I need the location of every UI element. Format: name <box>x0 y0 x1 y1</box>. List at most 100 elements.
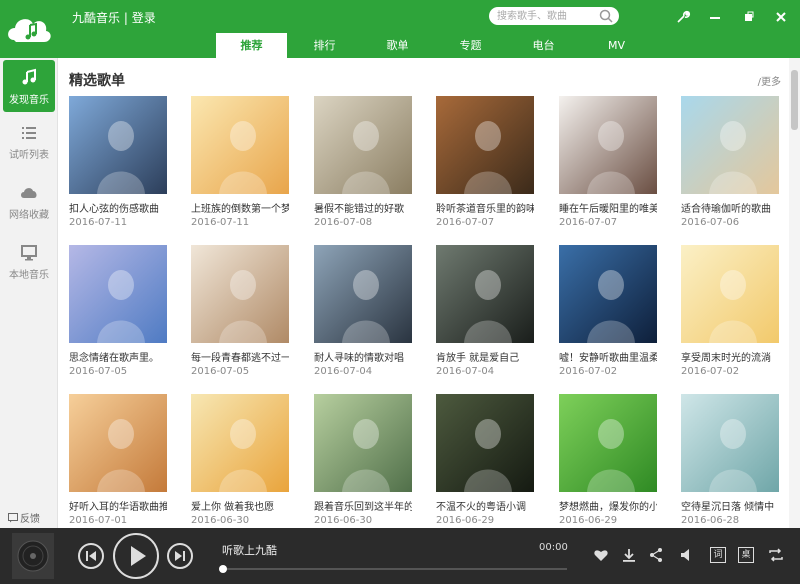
playlist-card[interactable]: 扣人心弦的伤感歌曲 2016-07-11 <box>69 96 169 228</box>
playlist-card[interactable]: 梦想燃曲，爆发你的小 2016-06-29 <box>559 394 659 526</box>
tab-recommend[interactable]: 推荐 <box>216 33 287 58</box>
playlist-title[interactable]: 嘘！安静听歌曲里温柔 <box>559 349 657 364</box>
app-name: 九酷音乐 <box>72 11 121 25</box>
login-link[interactable]: 登录 <box>132 11 156 25</box>
sidebar: 发现音乐 试听列表 网络收藏 本地音乐 反馈 <box>0 58 58 528</box>
playlist-title[interactable]: 跟着音乐回到这半年的 <box>314 498 412 513</box>
playlist-cover-image[interactable] <box>191 394 289 492</box>
scrollbar-thumb[interactable] <box>791 70 798 130</box>
playlist-title[interactable]: 耐人寻味的情歌对唱 <box>314 349 412 364</box>
playlist-title[interactable]: 享受周末时光的流淌 <box>681 349 779 364</box>
playlist-title[interactable]: 睡在午后暖阳里的唯美 <box>559 200 657 215</box>
playlist-cover-image[interactable] <box>681 96 779 194</box>
playlist-title[interactable]: 好听入耳的华语歌曲推 <box>69 498 167 513</box>
playlist-date: 2016-07-04 <box>436 366 495 377</box>
scrollbar[interactable] <box>789 58 800 528</box>
playlist-title[interactable]: 聆听茶道音乐里的韵味 <box>436 200 534 215</box>
progress-bar[interactable] <box>219 565 567 573</box>
heart-icon[interactable] <box>593 547 609 563</box>
playlist-title[interactable]: 适合待瑜伽听的歌曲 <box>681 200 779 215</box>
playlist-cover-image[interactable] <box>559 245 657 343</box>
progress-knob[interactable] <box>219 565 227 573</box>
share-icon[interactable] <box>648 547 664 563</box>
minimize-icon[interactable] <box>706 8 724 26</box>
playlist-date: 2016-06-29 <box>559 515 618 526</box>
tab-playlists[interactable]: 歌单 <box>362 33 433 58</box>
playlist-title[interactable]: 空待星沉日落 倾情中 <box>681 498 779 513</box>
playlist-card[interactable]: 思念情绪在歌声里。 2016-07-05 <box>69 245 169 377</box>
playlist-card[interactable]: 耐人寻味的情歌对唱 2016-07-04 <box>314 245 414 377</box>
playlist-date: 2016-06-30 <box>314 515 373 526</box>
playlist-cover-image[interactable] <box>559 394 657 492</box>
playlist-cover-image[interactable] <box>559 96 657 194</box>
playlist-card[interactable]: 暑假不能错过的好歌 2016-07-08 <box>314 96 414 228</box>
main-content: 精选歌单 /更多 扣人心弦的伤感歌曲 2016-07-11 上班族的倒数第一个梦 20… <box>59 58 789 528</box>
playlist-title[interactable]: 爱上你 做着我也愿 <box>191 498 289 513</box>
cloud-icon <box>21 188 37 198</box>
search-input[interactable] <box>497 8 597 24</box>
tab-topics[interactable]: 专题 <box>435 33 506 58</box>
playlist-cover-image[interactable] <box>436 96 534 194</box>
section-title: 精选歌单 <box>69 73 125 89</box>
desktop-lyrics-button[interactable]: 桌 <box>738 547 754 563</box>
tab-mv[interactable]: MV <box>581 33 652 58</box>
playlist-card[interactable]: 嘘！安静听歌曲里温柔 2016-07-02 <box>559 245 659 377</box>
play-button[interactable] <box>113 533 159 579</box>
playlist-cover-image[interactable] <box>314 394 412 492</box>
repeat-icon[interactable] <box>768 547 784 563</box>
feedback-link[interactable]: 反馈 <box>8 510 40 525</box>
playlist-title[interactable]: 梦想燃曲，爆发你的小 <box>559 498 657 513</box>
playlist-card[interactable]: 好听入耳的华语歌曲推 2016-07-01 <box>69 394 169 526</box>
disc-icon <box>17 540 49 572</box>
restore-icon[interactable] <box>740 8 758 26</box>
playlist-cover-image[interactable] <box>436 394 534 492</box>
playlist-card[interactable]: 享受周末时光的流淌 2016-07-02 <box>681 245 781 377</box>
playlist-cover-image[interactable] <box>681 245 779 343</box>
more-link[interactable]: /更多 <box>758 73 781 88</box>
playlist-title[interactable]: 上班族的倒数第一个梦 <box>191 200 289 215</box>
playlist-card[interactable]: 空待星沉日落 倾情中 2016-06-28 <box>681 394 781 526</box>
playlist-card[interactable]: 不温不火的粤语小调 2016-06-29 <box>436 394 536 526</box>
playlist-cover-image[interactable] <box>314 245 412 343</box>
playlist-title[interactable]: 思念情绪在歌声里。 <box>69 349 167 364</box>
tab-charts[interactable]: 排行 <box>289 33 360 58</box>
top-nav-tabs: 推荐 排行 歌单 专题 电台 MV <box>216 33 652 58</box>
playlist-cover-image[interactable] <box>69 245 167 343</box>
prev-button[interactable] <box>78 543 104 569</box>
lyrics-button[interactable]: 词 <box>710 547 726 563</box>
playlist-title[interactable]: 不温不火的粤语小调 <box>436 498 534 513</box>
download-icon[interactable] <box>621 547 637 563</box>
search-icon[interactable] <box>598 8 614 24</box>
playlist-card[interactable]: 聆听茶道音乐里的韵味 2016-07-07 <box>436 96 536 228</box>
playlist-title[interactable]: 暑假不能错过的好歌 <box>314 200 412 215</box>
playlist-card[interactable]: 肯放手 就是爱自己 2016-07-04 <box>436 245 536 377</box>
playlist-title[interactable]: 每一段青春都逃不过一 <box>191 349 289 364</box>
sidebar-item-discover-music[interactable]: 发现音乐 <box>3 60 55 112</box>
playlist-card[interactable]: 上班族的倒数第一个梦 2016-07-11 <box>191 96 291 228</box>
settings-wrench-icon[interactable] <box>674 8 692 26</box>
playlist-title[interactable]: 肯放手 就是爱自己 <box>436 349 534 364</box>
playlist-title[interactable]: 扣人心弦的伤感歌曲 <box>69 200 167 215</box>
playlist-cover-image[interactable] <box>191 96 289 194</box>
playlist-cover-image[interactable] <box>314 96 412 194</box>
volume-icon[interactable] <box>679 547 695 563</box>
playlist-cover-image[interactable] <box>69 96 167 194</box>
playlist-cover-image[interactable] <box>191 245 289 343</box>
sidebar-item-online-favorites[interactable]: 网络收藏 <box>3 175 55 227</box>
sidebar-item-preview-list[interactable]: 试听列表 <box>3 115 55 167</box>
playlist-cover-image[interactable] <box>69 394 167 492</box>
playlist-card[interactable]: 每一段青春都逃不过一 2016-07-05 <box>191 245 291 377</box>
next-track-icon <box>175 551 185 561</box>
tab-radio[interactable]: 电台 <box>508 33 579 58</box>
playlist-card[interactable]: 跟着音乐回到这半年的 2016-06-30 <box>314 394 414 526</box>
now-playing-title: 听歌上九酷 <box>222 544 277 557</box>
playlist-card[interactable]: 爱上你 做着我也愿 2016-06-30 <box>191 394 291 526</box>
title-bar: 九酷音乐 | 登录 推荐 排行 歌单 专题 电台 MV <box>0 0 800 58</box>
playlist-card[interactable]: 睡在午后暖阳里的唯美 2016-07-07 <box>559 96 659 228</box>
sidebar-item-local-music[interactable]: 本地音乐 <box>3 235 55 287</box>
playlist-cover-image[interactable] <box>681 394 779 492</box>
next-button[interactable] <box>167 543 193 569</box>
playlist-cover-image[interactable] <box>436 245 534 343</box>
playlist-card[interactable]: 适合待瑜伽听的歌曲 2016-07-06 <box>681 96 781 228</box>
close-icon[interactable] <box>772 8 790 26</box>
